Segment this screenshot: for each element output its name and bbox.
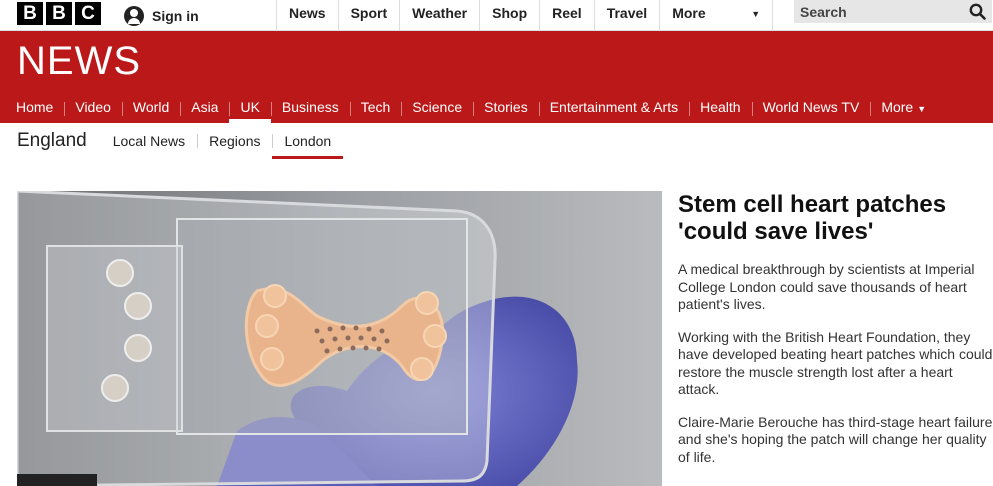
- search-box: [794, 0, 992, 23]
- top-nav-weather[interactable]: Weather: [399, 0, 479, 31]
- sign-in-link[interactable]: Sign in: [124, 0, 199, 31]
- bbc-logo[interactable]: B B C: [17, 2, 101, 25]
- nav-entertainment-arts[interactable]: Entertainment & Arts: [538, 95, 689, 123]
- search-input[interactable]: [800, 3, 950, 20]
- sub-nav-regions[interactable]: Regions: [197, 123, 272, 159]
- article-headline[interactable]: Stem cell heart patches 'could save live…: [678, 191, 993, 245]
- top-nav-more[interactable]: More ▼: [659, 0, 774, 31]
- news-header: NEWS Home Video World Asia UK Business T…: [0, 31, 993, 123]
- section-title[interactable]: England: [17, 130, 87, 152]
- top-nav-more-label: More: [672, 5, 706, 21]
- top-bar: B B C Sign in News Sport Weather Shop Re…: [0, 0, 993, 31]
- nav-more-label: More: [881, 99, 914, 115]
- nav-uk[interactable]: UK: [229, 95, 272, 123]
- nav-science[interactable]: Science: [401, 95, 473, 123]
- top-nav-reel[interactable]: Reel: [539, 0, 594, 31]
- nav-business[interactable]: Business: [270, 95, 350, 123]
- nav-video[interactable]: Video: [64, 95, 122, 123]
- article-paragraph: Claire-Marie Berouche has third-stage he…: [678, 413, 993, 465]
- image-caption-strip: [17, 474, 97, 486]
- article-paragraph: Working with the British Heart Foundatio…: [678, 328, 993, 398]
- nav-asia[interactable]: Asia: [180, 95, 229, 123]
- sub-nav: England Local News Regions London: [0, 123, 993, 159]
- bbc-logo-letter: B: [17, 2, 43, 25]
- nav-world[interactable]: World: [121, 95, 180, 123]
- main-nav: Home Video World Asia UK Business Tech S…: [0, 95, 937, 123]
- article-summary: Stem cell heart patches 'could save live…: [678, 191, 993, 481]
- top-nav-shop[interactable]: Shop: [479, 0, 539, 31]
- news-logo[interactable]: NEWS: [17, 39, 141, 84]
- bbc-logo-letter: B: [46, 2, 72, 25]
- top-nav-travel[interactable]: Travel: [593, 0, 659, 31]
- hero-image[interactable]: [17, 191, 662, 486]
- sign-in-label: Sign in: [152, 7, 199, 24]
- top-nav-sport[interactable]: Sport: [337, 0, 400, 31]
- bbc-logo-letter: C: [75, 2, 101, 25]
- top-nav-news[interactable]: News: [276, 0, 338, 31]
- caret-down-icon: ▼: [751, 9, 761, 19]
- user-icon: [124, 5, 144, 26]
- article-paragraph: A medical breakthrough by scientists at …: [678, 261, 975, 312]
- sub-nav-london[interactable]: London: [272, 123, 343, 159]
- nav-tech[interactable]: Tech: [349, 95, 402, 123]
- caret-down-icon: ▼: [917, 104, 927, 114]
- nav-health[interactable]: Health: [689, 95, 751, 123]
- nav-world-news-tv[interactable]: World News TV: [751, 95, 871, 123]
- nav-stories[interactable]: Stories: [473, 95, 539, 123]
- nav-more[interactable]: More ▼: [870, 95, 937, 123]
- nav-home[interactable]: Home: [5, 95, 64, 123]
- top-nav: News Sport Weather Shop Reel Travel More…: [276, 0, 774, 31]
- heart-patch-photo: [17, 191, 662, 486]
- sub-nav-local-news[interactable]: Local News: [101, 123, 197, 159]
- search-icon[interactable]: [969, 3, 986, 20]
